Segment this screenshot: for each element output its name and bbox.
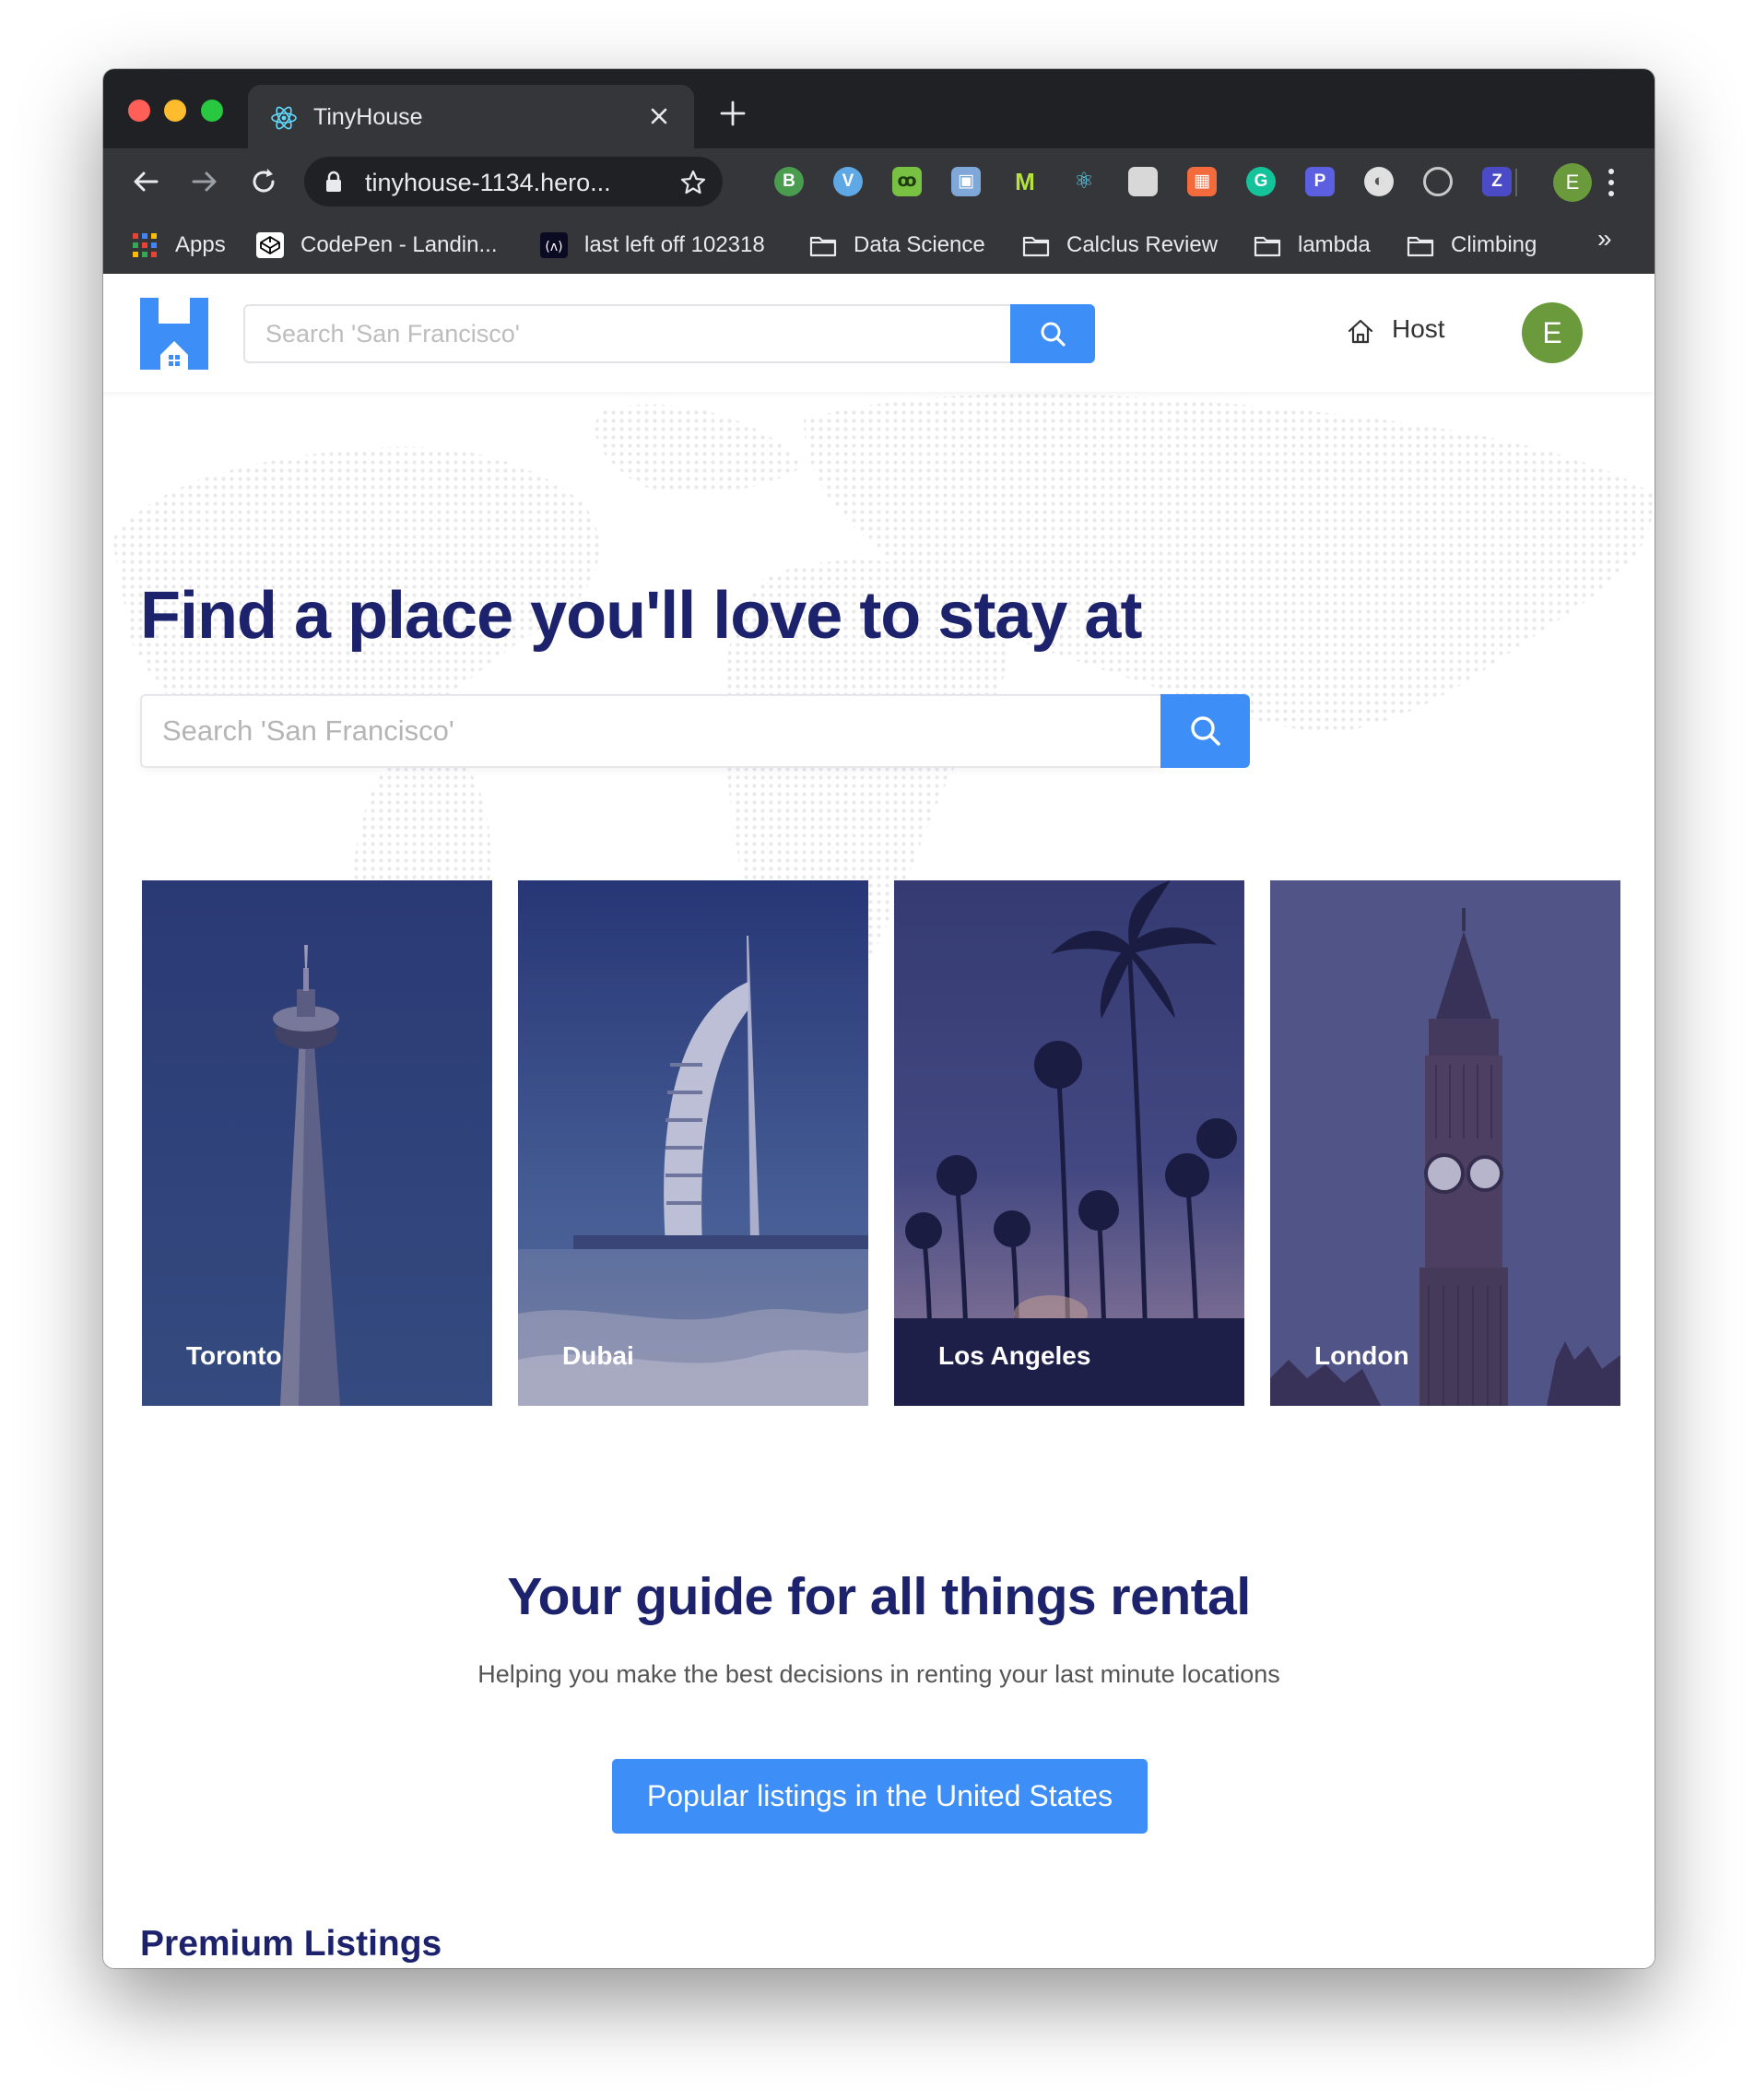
guide-title: Your guide for all things rental (507, 1567, 1251, 1626)
bookmark-data-science[interactable]: Data Science (809, 230, 1003, 260)
tab-strip: TinyHouse (103, 69, 1655, 148)
city-name: Toronto (186, 1341, 282, 1370)
big-ben-image (1270, 880, 1620, 1406)
extension-p-icon[interactable]: P (1305, 167, 1335, 196)
tab-title: TinyHouse (313, 104, 423, 130)
browser-window: TinyHouse tinyhouse-1134.hero... B V ꝏ ▣… (103, 69, 1655, 1968)
header-search-button[interactable] (1010, 304, 1095, 363)
folder-icon (1022, 236, 1050, 257)
bookmark-apps[interactable]: Apps (131, 230, 232, 260)
close-tab-icon[interactable] (642, 100, 676, 133)
user-avatar[interactable]: E (1522, 302, 1583, 363)
cn-tower-image (142, 880, 492, 1406)
premium-listings-heading: Premium Listings (140, 1924, 442, 1964)
reload-icon[interactable] (245, 163, 282, 200)
close-window-button[interactable] (128, 100, 150, 122)
address-bar[interactable]: tinyhouse-1134.hero... (304, 157, 723, 206)
folder-icon (1407, 236, 1434, 257)
minimize-window-button[interactable] (164, 100, 186, 122)
browser-toolbar: tinyhouse-1134.hero... B V ꝏ ▣ M ⚛ ▦ G P… (103, 148, 1655, 215)
city-card-dubai[interactable]: Dubai (518, 880, 868, 1406)
browser-tab[interactable]: TinyHouse (248, 85, 694, 148)
react-atom-icon (271, 106, 297, 130)
city-name: London (1314, 1341, 1409, 1370)
freecodecamp-icon: (ʌ) (540, 232, 568, 258)
hero-search-button[interactable] (1160, 694, 1250, 768)
popular-listings-button[interactable]: Popular listings in the United States (612, 1759, 1148, 1834)
extension-screenshot-icon[interactable]: ▣ (951, 167, 981, 196)
more-vert-icon[interactable] (1606, 165, 1617, 200)
extension-z-icon[interactable]: Z (1482, 167, 1512, 196)
new-tab-icon[interactable] (716, 97, 749, 130)
bookmark-climbing[interactable]: Climbing (1407, 230, 1563, 260)
extension-b-icon[interactable]: B (774, 167, 804, 196)
extension-react-icon[interactable]: ⚛ (1069, 167, 1099, 196)
folder-icon (809, 236, 837, 257)
city-cards: Toronto Dubai Los Angeles London (142, 880, 1620, 1406)
maximize-window-button[interactable] (201, 100, 223, 122)
bookmarks-overflow-icon[interactable]: » (1597, 224, 1612, 254)
home-icon (1348, 319, 1373, 344)
toolbar-divider (1515, 169, 1517, 196)
city-card-london[interactable]: London (1270, 880, 1620, 1406)
search-icon (1191, 716, 1220, 746)
bookmark-lambda[interactable]: lambda (1254, 230, 1392, 260)
city-name: Dubai (562, 1341, 634, 1370)
url-text: tinyhouse-1134.hero... (365, 169, 611, 196)
extension-layout-icon[interactable]: ▦ (1187, 167, 1217, 196)
hero-title: Find a place you'll love to stay at (140, 579, 1142, 653)
city-name: Los Angeles (938, 1341, 1091, 1370)
forward-arrow-icon[interactable] (186, 163, 223, 200)
codepen-icon (256, 232, 284, 258)
extension-target-icon[interactable] (1423, 167, 1453, 196)
apps-grid-icon (133, 233, 157, 257)
app-header: Host E (103, 274, 1655, 392)
extension-grammarly-icon[interactable]: G (1246, 167, 1276, 196)
extension-v-icon[interactable]: V (833, 167, 863, 196)
bookmarks-bar: Apps CodePen - Landin... (ʌ) last left o… (103, 215, 1655, 274)
guide-subtitle: Helping you make the best decisions in r… (477, 1660, 1280, 1688)
city-card-toronto[interactable]: Toronto (142, 880, 492, 1406)
palm-trees-image (894, 880, 1244, 1406)
back-arrow-icon[interactable] (127, 163, 164, 200)
header-search-input[interactable] (243, 304, 1010, 363)
extension-globe-icon[interactable]: ◐ (1364, 167, 1394, 196)
search-icon (1041, 322, 1066, 347)
lock-icon (326, 171, 341, 192)
city-card-los-angeles[interactable]: Los Angeles (894, 880, 1244, 1406)
tinyhouse-logo[interactable] (140, 298, 208, 370)
burj-al-arab-image (518, 880, 868, 1406)
extension-m-icon[interactable]: M (1010, 167, 1040, 196)
hero-search (140, 694, 1250, 768)
browser-profile-avatar[interactable]: E (1553, 163, 1592, 202)
extension-leaf-icon[interactable]: ꝏ (892, 167, 922, 196)
folder-icon (1254, 236, 1281, 257)
svg-text:(ʌ): (ʌ) (545, 240, 562, 254)
header-search (243, 304, 1095, 363)
bookmark-star-icon[interactable] (678, 168, 708, 197)
page-viewport: Host E Find a place you'll love to stay … (103, 274, 1655, 1968)
bookmark-last-left-off[interactable]: (ʌ) last left off 102318 (540, 230, 807, 260)
bookmark-codepen[interactable]: CodePen - Landin... (256, 230, 524, 260)
extension-square-icon[interactable] (1128, 167, 1158, 196)
bookmark-calclus-review[interactable]: Calclus Review (1022, 230, 1243, 260)
hero-search-input[interactable] (140, 694, 1160, 768)
